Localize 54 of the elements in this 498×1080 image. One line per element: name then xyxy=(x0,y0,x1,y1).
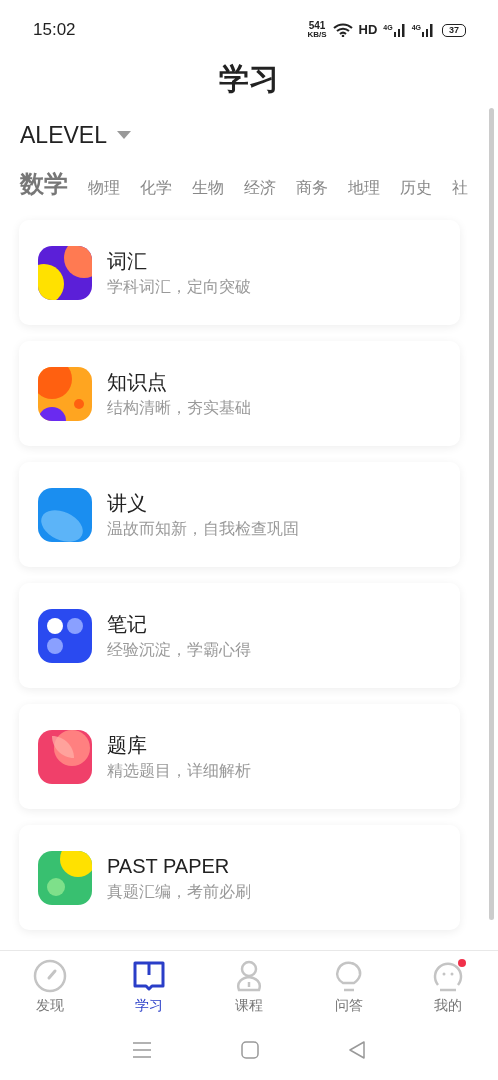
subject-tab[interactable]: 化学 xyxy=(140,180,172,198)
module-card[interactable]: 讲义 温故而知新，自我检查巩固 xyxy=(19,462,460,567)
signal-icon xyxy=(422,23,434,37)
module-title: 题库 xyxy=(107,734,148,755)
subject-tab[interactable]: 数学 xyxy=(20,172,68,198)
subject-tab[interactable]: 商务 xyxy=(296,180,328,198)
page-title: 学习 xyxy=(219,60,279,97)
menu-icon[interactable] xyxy=(133,1042,151,1058)
module-title: 笔记 xyxy=(107,613,148,634)
module-title: 词汇 xyxy=(107,250,148,271)
module-subtitle: 真题汇编，考前必刷 xyxy=(107,883,251,900)
module-title: PAST PAPER xyxy=(107,855,231,876)
circles-app-icon xyxy=(38,850,92,905)
subject-tab[interactable]: 生物 xyxy=(192,180,224,198)
module-card[interactable]: 知识点 结构清晰，夯实基础 xyxy=(19,341,460,446)
battery-indicator: 37 xyxy=(442,23,466,37)
bottom-nav-tab[interactable]: 问答 xyxy=(298,951,399,1020)
module-subtitle: 温故而知新，自我检查巩固 xyxy=(107,520,299,537)
module-card[interactable]: 词汇 学科词汇，定向突破 xyxy=(19,220,460,325)
subject-tab[interactable]: 历史 xyxy=(400,180,432,198)
hd-label: HD xyxy=(358,21,378,40)
home-square-icon[interactable] xyxy=(241,1041,259,1059)
module-title: 讲义 xyxy=(107,492,148,513)
module-card[interactable]: 笔记 经验沉淀，学霸心得 xyxy=(19,583,460,688)
circles-app-icon xyxy=(38,245,92,300)
signal-icon xyxy=(393,23,406,37)
bottom-nav-tab[interactable]: 课程 xyxy=(199,951,299,1020)
bottom-nav-tab[interactable]: 学习 xyxy=(99,951,200,1020)
network-speed-unit: KB/S xyxy=(307,31,327,39)
module-subtitle: 学科词汇，定向突破 xyxy=(107,278,251,295)
subject-tab[interactable]: 社 xyxy=(452,180,468,198)
module-title: 知识点 xyxy=(107,371,168,392)
circles-app-icon xyxy=(38,366,92,421)
module-card[interactable]: PAST PAPER 真题汇编，考前必刷 xyxy=(19,825,460,930)
subject-tab[interactable]: 物理 xyxy=(88,180,120,198)
module-subtitle: 精选题目，详细解析 xyxy=(107,762,251,779)
module-subtitle: 经验沉淀，学霸心得 xyxy=(107,641,251,658)
leaf-app-icon xyxy=(38,487,92,542)
book-icon xyxy=(132,959,167,993)
dots-app-icon xyxy=(38,608,92,663)
wifi-icon xyxy=(332,23,353,37)
subject-tab[interactable]: 地理 xyxy=(348,180,380,198)
module-card[interactable]: 题库 精选题目，详细解析 xyxy=(19,704,460,809)
bottom-nav-tab[interactable]: 我的 xyxy=(398,951,498,1020)
petal-app-icon xyxy=(38,729,92,784)
network-speed: 541 xyxy=(308,21,326,31)
module-subtitle: 结构清晰，夯实基础 xyxy=(107,399,251,416)
dropdown-caret-icon xyxy=(116,131,131,139)
status-time: 15:02 xyxy=(33,19,76,42)
compass-icon xyxy=(32,959,67,993)
back-triangle-icon[interactable] xyxy=(349,1041,365,1059)
bottom-nav-tab[interactable]: 发现 xyxy=(0,951,100,1020)
exam-selector[interactable]: ALEVEL xyxy=(20,117,131,153)
subject-tab[interactable]: 经济 xyxy=(244,180,276,198)
